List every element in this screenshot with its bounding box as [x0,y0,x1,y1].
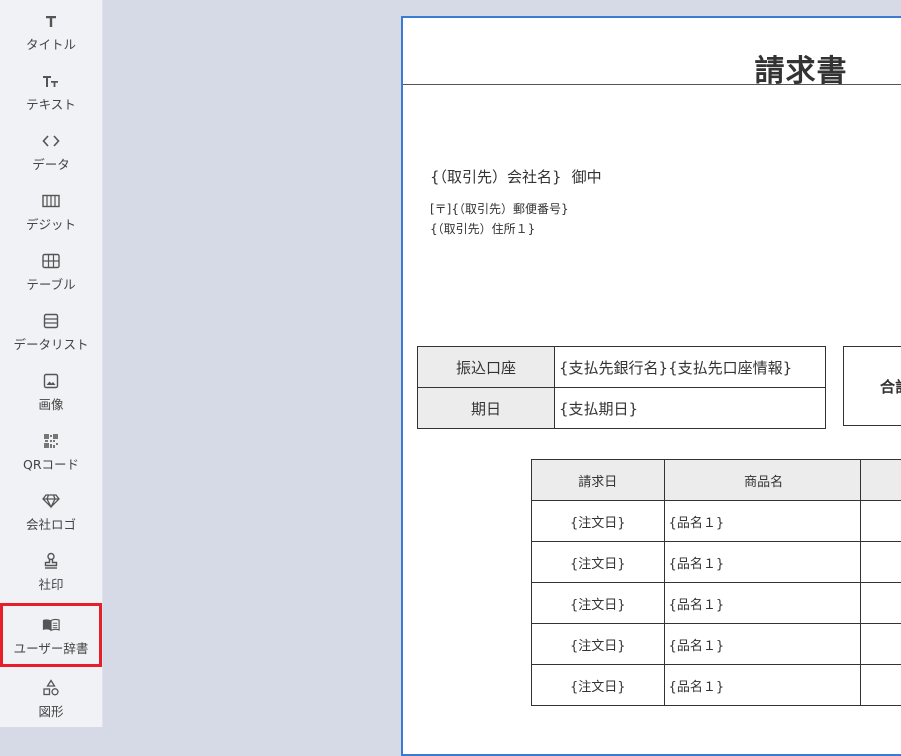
tool-label: タイトル [26,34,76,53]
tool-label: 図形 [38,701,63,720]
recipient-address[interactable]: {（取引先）住所１} [430,220,535,237]
cell-item-name: {品名１} [664,501,860,542]
table-row: 期日 {支払期日} [418,388,826,429]
table-icon [42,252,60,270]
total-amount-box[interactable]: 合計 [843,346,901,426]
code-icon [42,132,60,150]
book-icon [42,616,60,634]
tool-qrcode[interactable]: QRコード [0,420,102,480]
datalist-icon [42,312,60,330]
tool-sidebar: タイトル テキスト データ デジット テーブル データリスト 画 [0,0,103,727]
recipient-honorific: 御中 [572,168,602,186]
tool-company-seal[interactable]: 社印 [0,540,102,600]
tool-digit[interactable]: デジット [0,180,102,240]
tool-text[interactable]: テキスト [0,60,102,120]
table-row: {注文日} {品名１} [532,501,901,542]
tool-label: デジット [26,214,76,233]
stamp-icon [42,552,60,570]
tool-user-dictionary[interactable]: ユーザー辞書 [0,603,102,667]
tool-datalist[interactable]: データリスト [0,300,102,360]
payment-header: 期日 [418,388,555,429]
table-row: {注文日} {品名１} [532,624,901,665]
cell-item-name: {品名１} [664,583,860,624]
payment-value: {支払期日} [555,388,826,429]
table-row: {注文日} {品名１} [532,583,901,624]
cell-empty [860,542,901,583]
payment-value: {支払先銀行名}{支払先口座情報} [555,347,826,388]
diamond-icon [42,492,60,510]
tool-label: テーブル [26,274,75,293]
title-icon [42,12,60,30]
payment-info-table[interactable]: 振込口座 {支払先銀行名}{支払先口座情報} 期日 {支払期日} [417,346,826,429]
tool-company-logo[interactable]: 会社ロゴ [0,480,102,540]
table-row: {注文日} {品名１} [532,542,901,583]
tool-label: データリスト [13,334,88,353]
tool-label: QRコード [23,454,79,473]
recipient-postal-code[interactable]: [〒]{（取引先）郵便番号} [430,200,569,217]
cell-date: {注文日} [532,501,665,542]
table-row: {注文日} {品名１} [532,665,901,706]
recipient-company: {（取引先）会社名} [430,168,562,186]
text-icon [42,72,60,90]
tool-label: 社印 [38,574,63,593]
total-label: 合計 [880,376,901,397]
tool-label: 画像 [38,394,63,413]
document-canvas[interactable]: 請求書 {（取引先）会社名}御中 [〒]{（取引先）郵便番号} {（取引先）住所… [401,16,901,756]
tool-image[interactable]: 画像 [0,360,102,420]
cell-date: {注文日} [532,665,665,706]
line-items-table[interactable]: 請求日 商品名 {注文日} {品名１} {注文日} {品名１} {注文日} {品… [531,459,901,706]
cell-item-name: {品名１} [664,665,860,706]
tool-label: データ [32,154,70,173]
tool-label: 会社ロゴ [26,514,76,533]
image-icon [42,372,60,390]
column-header: 商品名 [664,460,860,501]
tool-shapes[interactable]: 図形 [0,667,102,727]
cell-item-name: {品名１} [664,624,860,665]
recipient-block[interactable]: {（取引先）会社名} 御中 [430,166,602,187]
cell-empty [860,583,901,624]
payment-header: 振込口座 [418,347,555,388]
cell-empty [860,665,901,706]
column-header [860,460,901,501]
cell-empty [860,501,901,542]
tool-label: ユーザー辞書 [14,638,89,657]
cell-date: {注文日} [532,542,665,583]
digit-icon [42,192,60,210]
cell-date: {注文日} [532,583,665,624]
cell-date: {注文日} [532,624,665,665]
tool-table[interactable]: テーブル [0,240,102,300]
shapes-icon [42,679,60,697]
tool-label: テキスト [26,94,76,113]
qrcode-icon [42,432,60,450]
title-divider [403,84,901,85]
tool-data[interactable]: データ [0,120,102,180]
tool-title[interactable]: タイトル [0,0,102,60]
column-header: 請求日 [532,460,665,501]
table-row: 振込口座 {支払先銀行名}{支払先口座情報} [418,347,826,388]
cell-item-name: {品名１} [664,542,860,583]
table-header-row: 請求日 商品名 [532,460,901,501]
cell-empty [860,624,901,665]
